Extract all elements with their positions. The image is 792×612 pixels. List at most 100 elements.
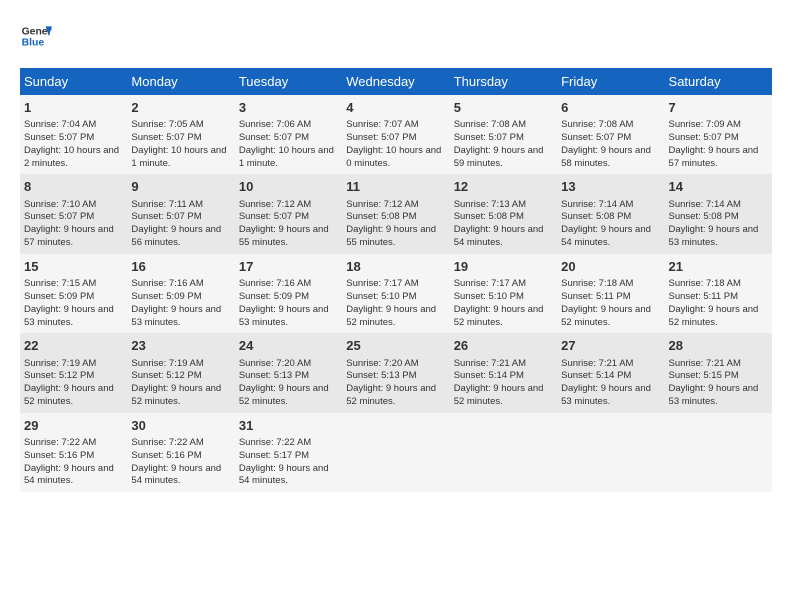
day-cell: 24Sunrise: 7:20 AMSunset: 5:13 PMDayligh… [235, 333, 342, 412]
day-info: Sunrise: 7:21 AMSunset: 5:14 PMDaylight:… [454, 358, 553, 409]
day-cell: 12 Sunrise: 7:13 AMSunset: 5:08 PMDayligh… [450, 174, 557, 253]
day-number: 2 [131, 99, 230, 117]
day-cell: 17Sunrise: 7:16 AMSunset: 5:09 PMDayligh… [235, 254, 342, 333]
day-cell: 19 Sunrise: 7:17 AMSunset: 5:10 PMDayligh… [450, 254, 557, 333]
day-number: 5 [454, 99, 553, 117]
day-info: Sunrise: 7:05 AMSunset: 5:07 PMDaylight:… [131, 119, 230, 170]
day-cell: 14Sunrise: 7:14 AMSunset: 5:08 PMDayligh… [665, 174, 772, 253]
day-cell: 26 Sunrise: 7:21 AMSunset: 5:14 PMDayligh… [450, 333, 557, 412]
day-number: 31 [239, 417, 338, 435]
day-cell: 25Sunrise: 7:20 AMSunset: 5:13 PMDayligh… [342, 333, 449, 412]
day-info: Sunrise: 7:16 AMSunset: 5:09 PMDaylight:… [239, 278, 338, 329]
day-cell: 2 Sunrise: 7:05 AMSunset: 5:07 PMDaylight… [127, 95, 234, 174]
day-info: Sunrise: 7:12 AMSunset: 5:07 PMDaylight:… [239, 199, 338, 250]
day-number: 3 [239, 99, 338, 117]
day-info: Sunrise: 7:04 AMSunset: 5:07 PMDaylight:… [24, 119, 123, 170]
day-number: 25 [346, 337, 445, 355]
day-number: 4 [346, 99, 445, 117]
day-number: 8 [24, 178, 123, 196]
day-number: 1 [24, 99, 123, 117]
page-header: General Blue [20, 20, 772, 52]
day-cell: 29 Sunrise: 7:22 AMSunset: 5:16 PMDayligh… [20, 413, 127, 492]
day-cell: 22 Sunrise: 7:19 AMSunset: 5:12 PMDayligh… [20, 333, 127, 412]
weekday-header-tuesday: Tuesday [235, 68, 342, 95]
logo: General Blue [20, 20, 56, 52]
day-cell: 30 Sunrise: 7:22 AMSunset: 5:16 PMDayligh… [127, 413, 234, 492]
weekday-header-saturday: Saturday [665, 68, 772, 95]
day-info: Sunrise: 7:17 AMSunset: 5:10 PMDaylight:… [454, 278, 553, 329]
day-info: Sunrise: 7:17 AMSunset: 5:10 PMDaylight:… [346, 278, 445, 329]
weekday-header-wednesday: Wednesday [342, 68, 449, 95]
day-info: Sunrise: 7:14 AMSunset: 5:08 PMDaylight:… [561, 199, 660, 250]
day-info: Sunrise: 7:22 AMSunset: 5:17 PMDaylight:… [239, 437, 338, 488]
weekday-header-row: SundayMondayTuesdayWednesdayThursdayFrid… [20, 68, 772, 95]
day-number: 10 [239, 178, 338, 196]
weekday-header-sunday: Sunday [20, 68, 127, 95]
day-cell: 3 Sunrise: 7:06 AMSunset: 5:07 PMDaylight… [235, 95, 342, 174]
week-row-3: 15 Sunrise: 7:15 AMSunset: 5:09 PMDayligh… [20, 254, 772, 333]
calendar-table: SundayMondayTuesdayWednesdayThursdayFrid… [20, 68, 772, 492]
day-info: Sunrise: 7:21 AMSunset: 5:15 PMDaylight:… [669, 358, 768, 409]
day-cell: 10 Sunrise: 7:12 AMSunset: 5:07 PMDayligh… [235, 174, 342, 253]
day-number: 28 [669, 337, 768, 355]
day-info: Sunrise: 7:16 AMSunset: 5:09 PMDaylight:… [131, 278, 230, 329]
day-info: Sunrise: 7:18 AMSunset: 5:11 PMDaylight:… [669, 278, 768, 329]
day-cell: 20 Sunrise: 7:18 AMSunset: 5:11 PMDayligh… [557, 254, 664, 333]
day-cell: 16 Sunrise: 7:16 AMSunset: 5:09 PMDayligh… [127, 254, 234, 333]
day-number: 23 [131, 337, 230, 355]
day-number: 15 [24, 258, 123, 276]
day-info: Sunrise: 7:15 AMSunset: 5:09 PMDaylight:… [24, 278, 123, 329]
day-info: Sunrise: 7:22 AMSunset: 5:16 PMDaylight:… [24, 437, 123, 488]
day-cell: 7Sunrise: 7:09 AMSunset: 5:07 PMDaylight… [665, 95, 772, 174]
day-cell: 28 Sunrise: 7:21 AMSunset: 5:15 PMDayligh… [665, 333, 772, 412]
day-cell: 1 Sunrise: 7:04 AMSunset: 5:07 PMDaylight… [20, 95, 127, 174]
day-cell: 9Sunrise: 7:11 AMSunset: 5:07 PMDaylight… [127, 174, 234, 253]
day-cell: 4 Sunrise: 7:07 AMSunset: 5:07 PMDaylight… [342, 95, 449, 174]
day-number: 11 [346, 178, 445, 196]
day-cell: 6Sunrise: 7:08 AMSunset: 5:07 PMDaylight… [557, 95, 664, 174]
day-info: Sunrise: 7:06 AMSunset: 5:07 PMDaylight:… [239, 119, 338, 170]
day-number: 22 [24, 337, 123, 355]
day-info: Sunrise: 7:21 AMSunset: 5:14 PMDaylight:… [561, 358, 660, 409]
day-number: 12 [454, 178, 553, 196]
day-cell [557, 413, 664, 492]
day-info: Sunrise: 7:08 AMSunset: 5:07 PMDaylight:… [454, 119, 553, 170]
day-number: 29 [24, 417, 123, 435]
weekday-header-monday: Monday [127, 68, 234, 95]
day-cell [665, 413, 772, 492]
day-number: 27 [561, 337, 660, 355]
day-number: 30 [131, 417, 230, 435]
week-row-4: 22 Sunrise: 7:19 AMSunset: 5:12 PMDayligh… [20, 333, 772, 412]
day-number: 20 [561, 258, 660, 276]
day-info: Sunrise: 7:19 AMSunset: 5:12 PMDaylight:… [24, 358, 123, 409]
day-info: Sunrise: 7:12 AMSunset: 5:08 PMDaylight:… [346, 199, 445, 250]
day-number: 6 [561, 99, 660, 117]
svg-text:Blue: Blue [22, 38, 45, 49]
day-cell: 8 Sunrise: 7:10 AMSunset: 5:07 PMDaylight… [20, 174, 127, 253]
week-row-1: 1 Sunrise: 7:04 AMSunset: 5:07 PMDaylight… [20, 95, 772, 174]
day-cell [342, 413, 449, 492]
day-info: Sunrise: 7:22 AMSunset: 5:16 PMDaylight:… [131, 437, 230, 488]
day-cell: 15 Sunrise: 7:15 AMSunset: 5:09 PMDayligh… [20, 254, 127, 333]
day-info: Sunrise: 7:18 AMSunset: 5:11 PMDaylight:… [561, 278, 660, 329]
day-info: Sunrise: 7:13 AMSunset: 5:08 PMDaylight:… [454, 199, 553, 250]
day-cell: 27 Sunrise: 7:21 AMSunset: 5:14 PMDayligh… [557, 333, 664, 412]
day-info: Sunrise: 7:09 AMSunset: 5:07 PMDaylight:… [669, 119, 768, 170]
day-cell [450, 413, 557, 492]
day-number: 16 [131, 258, 230, 276]
week-row-5: 29 Sunrise: 7:22 AMSunset: 5:16 PMDayligh… [20, 413, 772, 492]
day-number: 13 [561, 178, 660, 196]
day-info: Sunrise: 7:07 AMSunset: 5:07 PMDaylight:… [346, 119, 445, 170]
day-info: Sunrise: 7:11 AMSunset: 5:07 PMDaylight:… [131, 199, 230, 250]
weekday-header-thursday: Thursday [450, 68, 557, 95]
day-info: Sunrise: 7:10 AMSunset: 5:07 PMDaylight:… [24, 199, 123, 250]
day-number: 19 [454, 258, 553, 276]
day-number: 26 [454, 337, 553, 355]
weekday-header-friday: Friday [557, 68, 664, 95]
day-cell: 23 Sunrise: 7:19 AMSunset: 5:12 PMDayligh… [127, 333, 234, 412]
day-number: 21 [669, 258, 768, 276]
day-info: Sunrise: 7:19 AMSunset: 5:12 PMDaylight:… [131, 358, 230, 409]
week-row-2: 8 Sunrise: 7:10 AMSunset: 5:07 PMDaylight… [20, 174, 772, 253]
day-cell: 21 Sunrise: 7:18 AMSunset: 5:11 PMDayligh… [665, 254, 772, 333]
day-cell: 18Sunrise: 7:17 AMSunset: 5:10 PMDayligh… [342, 254, 449, 333]
